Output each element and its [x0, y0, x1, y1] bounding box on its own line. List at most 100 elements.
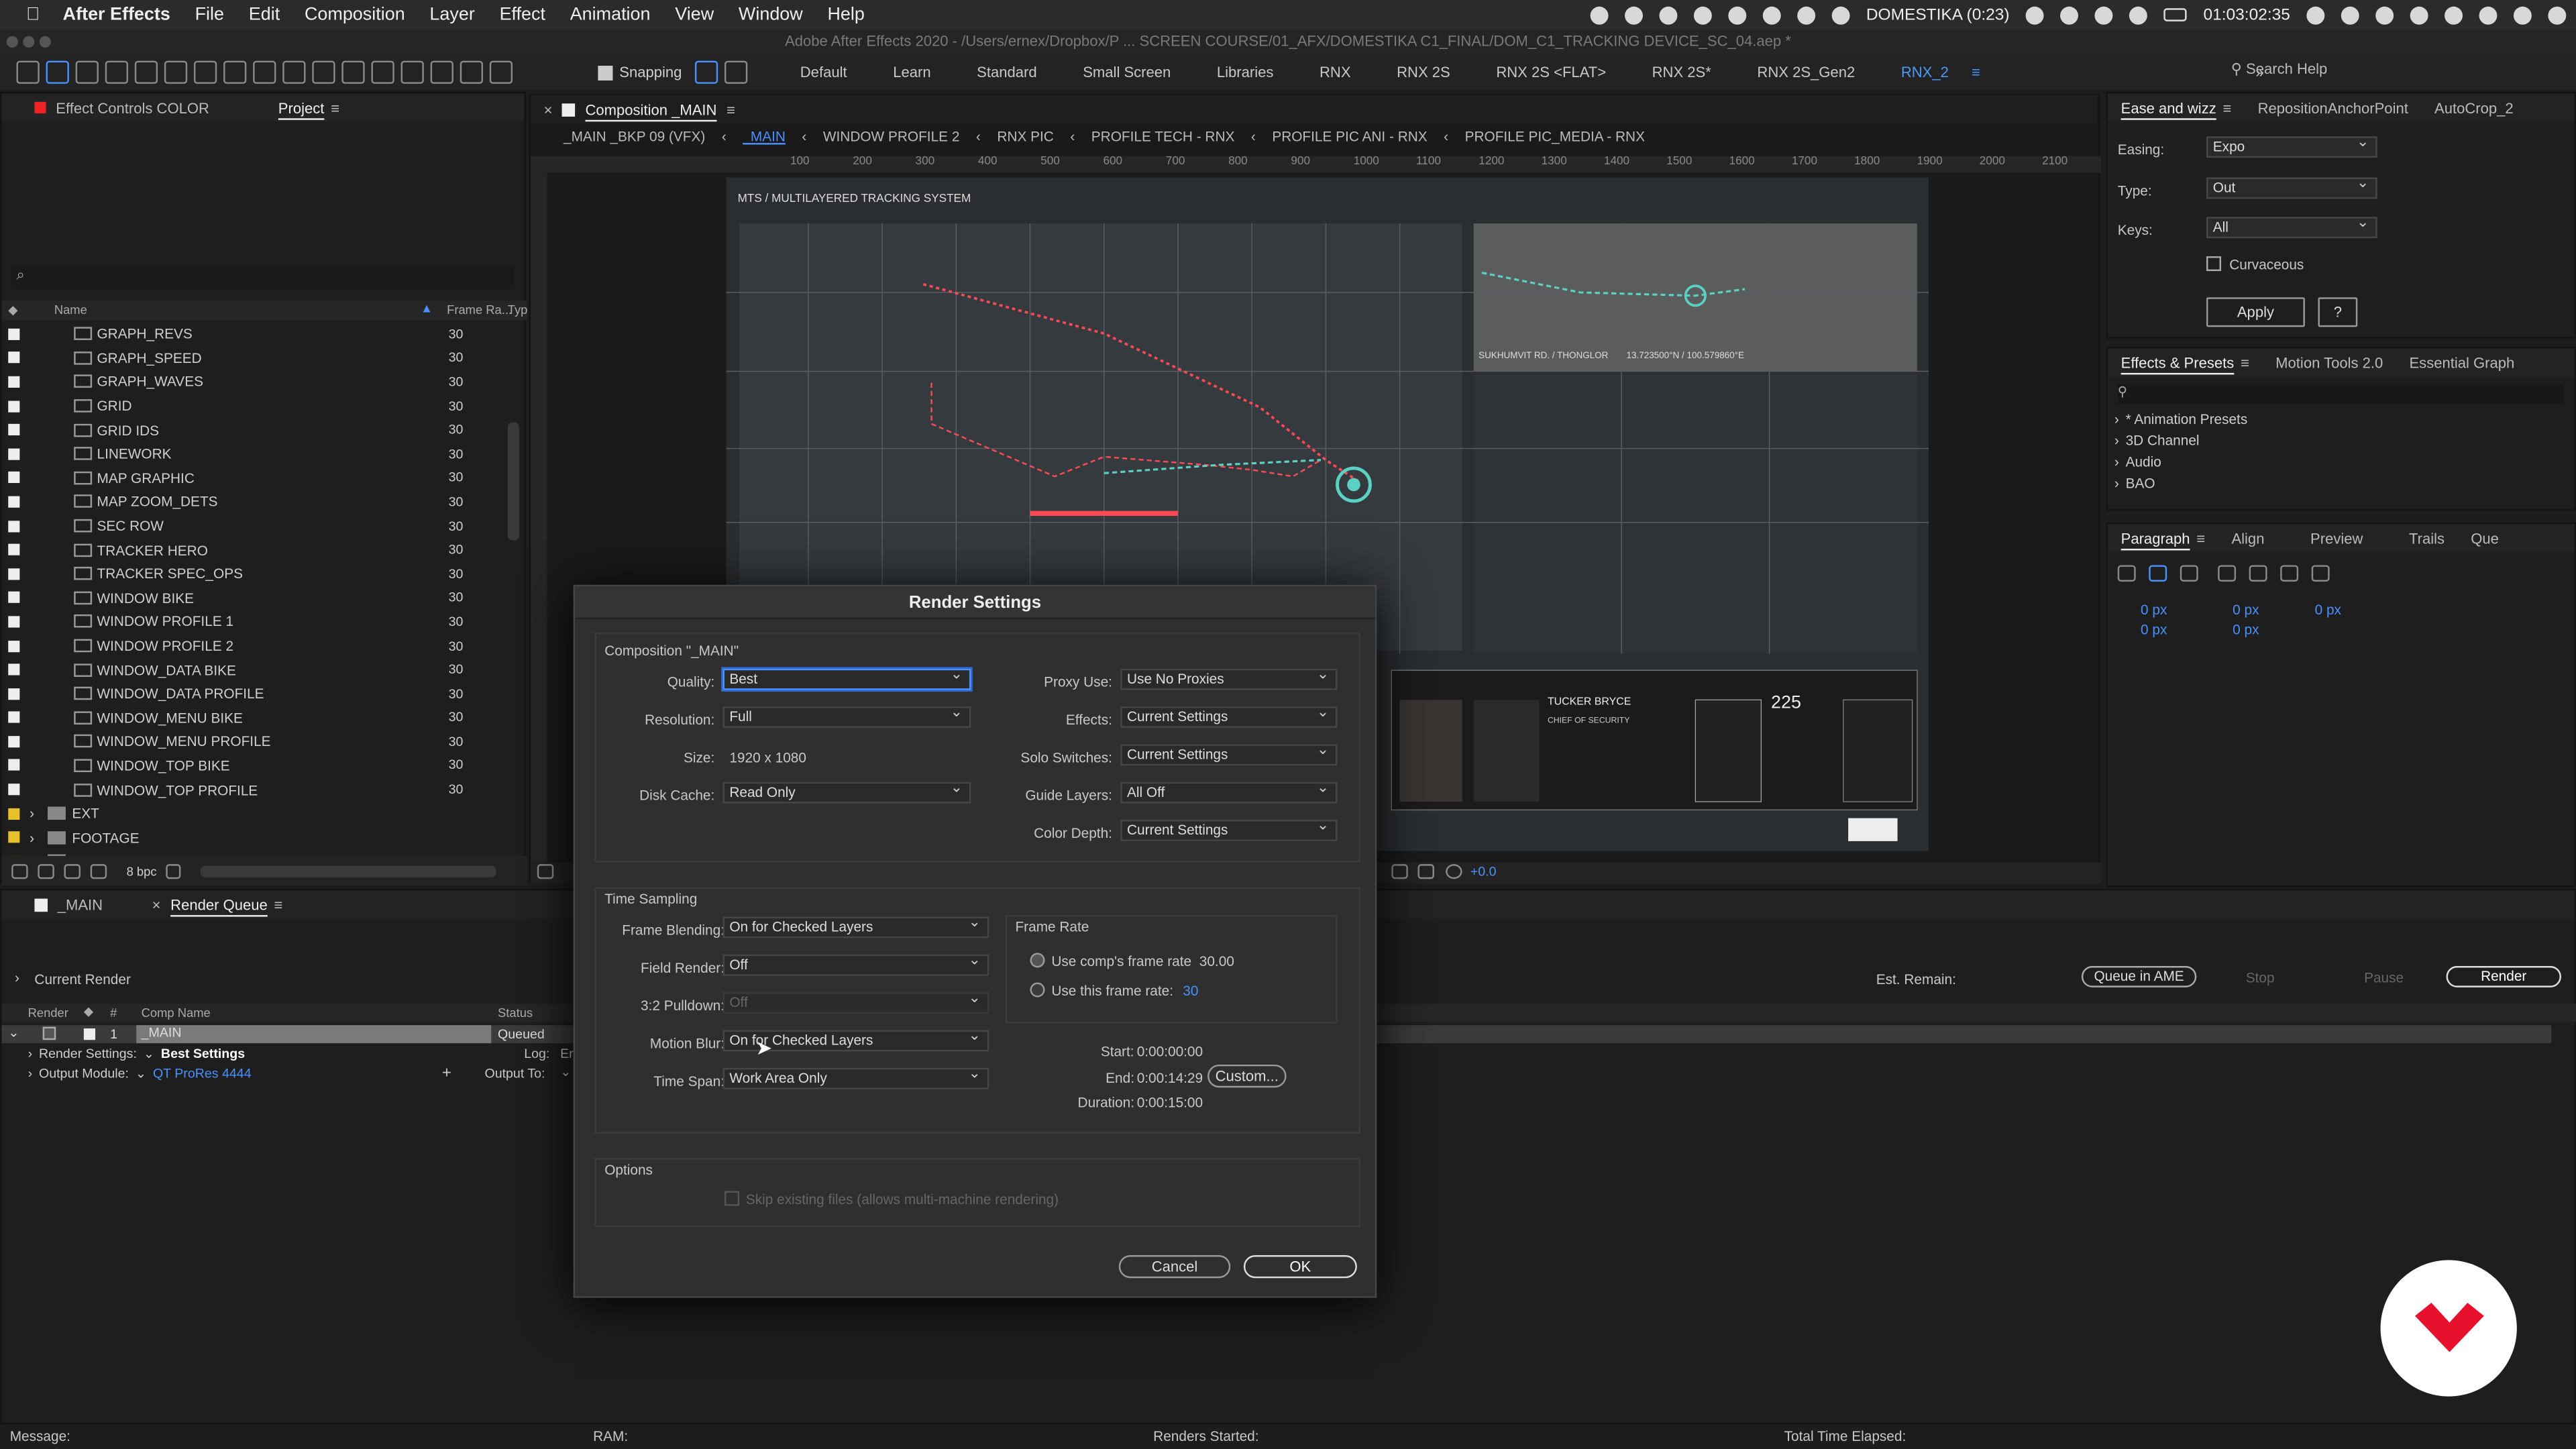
apple-icon[interactable]:  [26, 5, 40, 24]
align-right-icon[interactable] [2180, 565, 2198, 582]
workspace-default[interactable]: Default [777, 64, 869, 80]
volume-icon[interactable] [2306, 5, 2325, 24]
effects-category[interactable]: › 3D Channel [2114, 432, 2558, 453]
snap-option-icon[interactable] [695, 60, 718, 84]
project-item[interactable]: GRAPH_REVS 30 [1, 322, 511, 346]
cancel-button[interactable]: Cancel [1118, 1255, 1231, 1279]
menu-edit[interactable]: Edit [249, 5, 280, 24]
status-icon[interactable] [1728, 5, 1747, 24]
workspace-rnx-2s-star[interactable]: RNX 2S* [1629, 64, 1734, 80]
align-center-icon[interactable] [2149, 565, 2167, 582]
panel-menu-icon[interactable]: ≡ [2196, 530, 2205, 546]
label-color-swatch[interactable] [8, 831, 20, 843]
project-h-scroll[interactable] [201, 865, 497, 877]
label-color-swatch[interactable] [8, 520, 20, 532]
item-comp-name[interactable]: _MAIN [136, 1025, 492, 1044]
label-color-swatch[interactable] [8, 808, 20, 820]
project-item[interactable]: WINDOW_TOP BIKE 30 [1, 753, 511, 777]
home-icon[interactable] [16, 60, 40, 84]
project-item[interactable]: LINEWORK 30 [1, 442, 511, 466]
guide-layers-select[interactable]: All Off [1120, 779, 1338, 804]
field-render-select[interactable]: Off [722, 951, 989, 976]
queue-in-ame-button[interactable]: Queue in AME [2081, 966, 2197, 987]
tab-effects-presets[interactable]: Effects & Presets [2121, 354, 2235, 370]
type-select[interactable]: Out [2206, 174, 2377, 199]
project-item[interactable]: WINDOW_DATA PROFILE 30 [1, 682, 511, 706]
effects-category[interactable]: › * Animation Presets [2114, 411, 2558, 432]
dolly-tool-icon[interactable] [193, 60, 217, 84]
pen-tool-icon[interactable] [312, 60, 335, 84]
status-icon[interactable] [2129, 5, 2148, 24]
chevron-right-icon[interactable]: › [2114, 411, 2119, 427]
moon-icon[interactable] [2026, 5, 2044, 24]
panel-menu-icon[interactable]: ≡ [727, 101, 735, 117]
indent-left-value[interactable]: 0 px [2141, 601, 2167, 617]
label-color-swatch[interactable] [8, 376, 20, 388]
project-item[interactable]: TRACKER HERO 30 [1, 538, 511, 562]
anchor-tool-icon[interactable] [253, 60, 276, 84]
column-comp-name[interactable]: Comp Name [142, 1006, 211, 1020]
indent-right-value[interactable]: 0 px [2315, 601, 2341, 617]
project-folder[interactable]: › FOOTAGE [1, 826, 511, 850]
orbit-tool-icon[interactable] [134, 60, 158, 84]
tab-preview[interactable]: Preview [2310, 530, 2363, 546]
tab-composition-main[interactable]: Composition _MAIN [585, 101, 716, 117]
chevron-right-icon[interactable]: › [2114, 475, 2119, 491]
project-scrollbar[interactable] [507, 422, 519, 541]
workspace-rnx-2s-gen2[interactable]: RNX 2S_Gen2 [1734, 64, 1878, 80]
search-help-field[interactable]: ⚲ Search Help [2231, 61, 2445, 84]
status-icon[interactable] [2375, 5, 2394, 24]
column-number[interactable]: # [110, 1006, 117, 1020]
wifi-icon[interactable] [2445, 5, 2463, 24]
label-color-swatch[interactable] [8, 328, 20, 340]
project-item[interactable]: GRID 30 [1, 394, 511, 418]
menu-file[interactable]: File [195, 5, 224, 24]
render-settings-link[interactable]: Best Settings [161, 1046, 245, 1061]
item-label-color[interactable] [83, 1028, 96, 1040]
stop-button[interactable]: Stop [2246, 969, 2275, 985]
project-item[interactable]: WINDOW_DATA BIKE 30 [1, 657, 511, 682]
trash-icon[interactable] [166, 863, 182, 878]
breadcrumb-item[interactable]: PROFILE PIC_MEDIA - RNX [1465, 128, 1645, 148]
chevron-right-icon[interactable]: › [30, 829, 34, 845]
label-column-icon[interactable]: ◆ [84, 1004, 93, 1018]
skip-existing-checkbox[interactable] [724, 1191, 740, 1206]
flowchart-icon[interactable] [90, 863, 107, 878]
search-icon[interactable] [2479, 5, 2498, 24]
workspace-menu-icon[interactable]: ≡ [1972, 64, 1980, 80]
tab-autocrop[interactable]: AutoCrop_2 [2434, 99, 2514, 115]
status-icon[interactable] [1624, 5, 1643, 24]
status-icon[interactable] [1693, 5, 1712, 24]
eraser-tool-icon[interactable] [430, 60, 453, 84]
rectangle-tool-icon[interactable] [282, 60, 306, 84]
siri-icon[interactable] [2548, 5, 2567, 24]
project-item[interactable]: TRACKER SPEC_OPS 30 [1, 561, 511, 586]
tab-align[interactable]: Align [2231, 530, 2264, 546]
status-icon[interactable] [1762, 5, 1781, 24]
easing-select[interactable]: Expo [2206, 133, 2377, 158]
chevron-down-icon[interactable]: ⌄ [136, 1066, 146, 1081]
label-color-swatch[interactable] [8, 592, 20, 604]
panel-menu-icon[interactable]: ≡ [331, 99, 339, 115]
tab-paragraph[interactable]: Paragraph [2121, 530, 2190, 546]
close-tab-icon[interactable]: × [152, 896, 161, 912]
snapshot-icon[interactable] [537, 864, 554, 879]
zoom-window-button[interactable] [39, 36, 51, 48]
breadcrumb-item[interactable]: PROFILE TECH - RNX [1091, 128, 1235, 148]
region-of-interest-icon[interactable] [1391, 864, 1408, 879]
justify-left-icon[interactable] [2218, 565, 2237, 582]
close-tab-icon[interactable]: × [544, 101, 553, 117]
bit-depth[interactable]: 8 bpc [127, 863, 157, 878]
time-span-select[interactable]: Work Area Only [722, 1065, 989, 1089]
expand-icon[interactable]: › [28, 1066, 33, 1081]
label-color-swatch[interactable] [8, 496, 20, 508]
project-item[interactable]: WINDOW_TOP PROFILE 30 [1, 777, 511, 802]
curvaceous-checkbox[interactable] [2206, 256, 2222, 272]
pan-tool-icon[interactable] [164, 60, 188, 84]
effects-category[interactable]: › BAO [2114, 475, 2558, 496]
keys-select[interactable]: All [2206, 213, 2377, 239]
exposure-value[interactable]: +0.0 [1470, 864, 1497, 879]
exposure-reset-icon[interactable] [1446, 864, 1462, 879]
workspace-rnx-2[interactable]: RNX_2 [1878, 64, 1972, 80]
interpret-footage-icon[interactable] [11, 863, 28, 878]
